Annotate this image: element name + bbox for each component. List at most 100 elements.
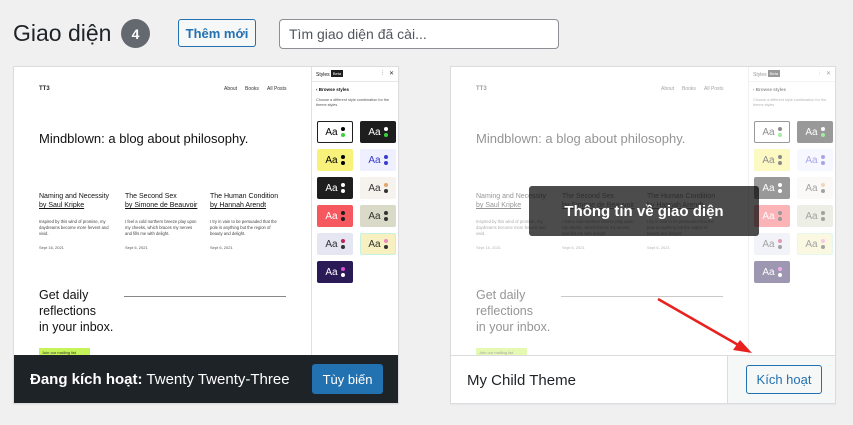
styles-description: Choose a different style combination for… (316, 98, 390, 107)
post-author: by Saul Kripke (476, 202, 522, 209)
style-variation-swatch: Aa (317, 177, 353, 199)
panel-divider (749, 81, 835, 82)
add-new-theme-button[interactable]: Thêm mới (178, 19, 256, 47)
preview-mailing-button: Join our mailing list (476, 348, 527, 355)
swatch-label: Aa (368, 238, 381, 250)
preview-post-title: Naming and Necessity by Saul Kripke (39, 192, 119, 210)
beta-badge: Beta (768, 70, 780, 77)
cta-line: reflections (476, 304, 533, 318)
swatch-label: Aa (368, 154, 381, 166)
close-icon: ✕ (826, 71, 832, 77)
active-theme-name: Twenty Twenty-Three (146, 371, 290, 388)
preview-post-excerpt: I try in vain to be persuaded that the p… (210, 219, 277, 236)
activate-button[interactable]: Kích hoạt (746, 365, 822, 394)
browse-styles-heading: ‹ Browse styles (316, 87, 349, 92)
customize-button[interactable]: Tùy biến (312, 364, 383, 394)
preview-post-excerpt: I feel a cold northern breeze play upon … (125, 219, 197, 236)
style-variation-swatch: Aa (317, 233, 353, 255)
cta-line: reflections (39, 304, 96, 318)
swatch-label: Aa (368, 182, 381, 194)
style-variation-swatch: Aa (360, 233, 396, 255)
child-theme-name: My Child Theme (467, 372, 576, 389)
preview-post-date: Sept 6, 2021 (210, 245, 233, 250)
swatch-color-dots (383, 183, 388, 193)
preview-post-date: Sept 6, 2021 (647, 245, 670, 250)
post-author: by Saul Kripke (39, 202, 85, 209)
post-title-text: Naming and Necessity (39, 193, 110, 200)
preview-site-title: TT3 (39, 86, 50, 92)
theme-card-child[interactable]: TT3 About Books All Posts Mindblown: a blog … (450, 66, 836, 404)
swatch-label: Aa (762, 154, 775, 166)
styles-panel: Styles Beta ⋮ ✕ ‹ Browse styles Choose a diff… (311, 67, 398, 355)
preview-hero-heading: Mindblown: a blog about philosophy. (39, 131, 249, 146)
style-variation-swatch: Aa (360, 121, 396, 143)
swatch-color-dots (777, 155, 782, 165)
style-variation-swatch: Aa (797, 205, 833, 227)
preview-mailing-button: Join our mailing list (39, 348, 90, 355)
swatch-color-dots (820, 183, 825, 193)
swatch-color-dots (340, 211, 345, 221)
preview-post-date: Sept 6, 2021 (562, 245, 585, 250)
browse-styles-heading: ‹ Browse styles (753, 87, 786, 92)
more-options-icon: ⋮ (380, 70, 385, 76)
preview-nav-item: About (661, 86, 675, 92)
search-themes-input[interactable] (279, 19, 559, 49)
swatch-color-dots (383, 239, 388, 249)
swatch-color-dots (383, 127, 388, 137)
style-variation-swatch: Aa (754, 233, 790, 255)
swatch-color-dots (820, 211, 825, 221)
theme-count-badge: 4 (121, 19, 150, 48)
style-variation-swatch: Aa (317, 149, 353, 171)
style-variation-swatch: Aa (754, 261, 790, 283)
theme-screenshot[interactable]: TT3 About Books All Posts Mindblown: a blog … (14, 67, 398, 355)
preview-site-title: TT3 (476, 86, 487, 92)
swatch-label: Aa (325, 266, 338, 278)
cta-line: in your inbox. (39, 320, 114, 334)
swatch-color-dots (777, 183, 782, 193)
preview-divider (124, 296, 286, 297)
panel-divider (312, 81, 398, 82)
swatch-label: Aa (805, 182, 818, 194)
close-icon: ✕ (389, 71, 395, 77)
browse-styles-label: Browse styles (318, 87, 350, 92)
style-variation-swatch: Aa (797, 233, 833, 255)
swatch-label: Aa (762, 210, 775, 222)
style-variation-swatch: Aa (317, 121, 353, 143)
style-variation-swatch: Aa (797, 121, 833, 143)
theme-card-active[interactable]: TT3 About Books All Posts Mindblown: a blog … (13, 66, 399, 404)
more-options-icon: ⋮ (817, 70, 822, 76)
preview-hero-heading: Mindblown: a blog about philosophy. (476, 131, 686, 146)
preview-post-title: The Second Sex by Simone de Beauvoir (125, 192, 205, 210)
swatch-color-dots (777, 127, 782, 137)
swatch-label: Aa (368, 210, 381, 222)
swatch-label: Aa (325, 182, 338, 194)
preview-nav-item: Books (245, 86, 259, 92)
styles-panel: Styles Beta ⋮ ✕ ‹ Browse styles Choose a diff… (748, 67, 835, 355)
post-title-text: The Second Sex (125, 193, 177, 200)
beta-badge: Beta (331, 70, 343, 77)
swatch-label: Aa (805, 238, 818, 250)
style-variation-swatch: Aa (754, 177, 790, 199)
swatch-color-dots (340, 155, 345, 165)
preview-nav-item: All Posts (704, 86, 724, 92)
style-variation-swatch: Aa (754, 205, 790, 227)
preview-post-date: Sept 16, 2021 (476, 245, 501, 250)
preview-divider (561, 296, 723, 297)
active-status-label: Đang kích hoạt: (30, 371, 143, 388)
style-variation-swatch: Aa (360, 149, 396, 171)
theme-details-overlay[interactable]: Thông tin về giao diện (529, 186, 759, 236)
style-variation-swatch: Aa (317, 205, 353, 227)
swatch-label: Aa (805, 210, 818, 222)
swatch-color-dots (383, 155, 388, 165)
swatch-label: Aa (325, 126, 338, 138)
cta-line: Get daily (476, 288, 526, 302)
preview-post-date: Sept 16, 2021 (39, 245, 64, 250)
swatch-color-dots (820, 155, 825, 165)
swatch-color-dots (340, 267, 345, 277)
style-variation-swatch: Aa (317, 261, 353, 283)
preview-nav-item: Books (682, 86, 696, 92)
active-theme-footer: Đang kích hoạt: Twenty Twenty-Three Tùy … (14, 355, 398, 403)
swatch-label: Aa (762, 182, 775, 194)
cta-line: Get daily (39, 288, 89, 302)
preview-post-excerpt: Inspired by this wind of promise, my day… (39, 219, 109, 236)
